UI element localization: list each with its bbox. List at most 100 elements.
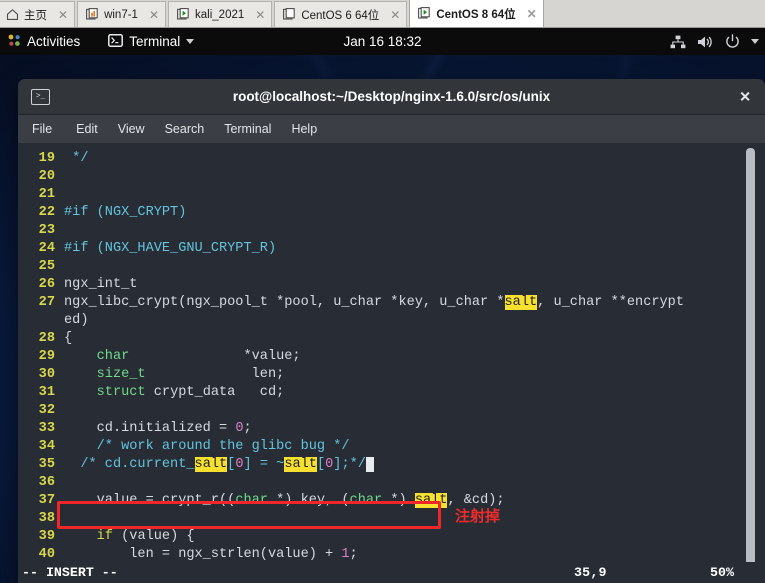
terminal-icon [108, 33, 124, 50]
vim-status-line: -- INSERT -- 35,9 50% [18, 562, 765, 583]
code-line: 33 cd.initialized = 0; [18, 420, 765, 438]
vm-stopped-icon [283, 8, 296, 21]
line-number: 28 [38, 331, 55, 346]
vim-cursor-position: 35,9 [574, 565, 607, 580]
code-line: 30 size_t len; [18, 366, 765, 384]
code-lines: 19 */20 21 22 #if (NGX_CRYPT) 23 24 #if (NGX_H… [18, 150, 765, 564]
system-tray[interactable] [670, 28, 759, 55]
activities-button[interactable]: Activities [0, 28, 90, 55]
vm-tab-5[interactable]: CentOS 8 64位 ✕ [409, 0, 544, 27]
vm-tab-label: win7-1 [104, 8, 138, 21]
menu-item-file[interactable]: File [32, 115, 66, 143]
vim-mode-indicator: -- INSERT -- [22, 565, 118, 580]
line-content: /* work around the glibc bug */ [64, 439, 350, 454]
chevron-down-icon [186, 39, 195, 44]
line-content: if (value) { [96, 529, 195, 544]
code-line: ed) [18, 312, 765, 330]
line-number: 19 [38, 151, 55, 166]
line-number: 35 [38, 457, 55, 472]
terminal-title-bar[interactable]: >_ root@localhost:~/Desktop/nginx-1.6.0/… [18, 79, 765, 115]
line-number: 30 [38, 367, 55, 382]
close-icon[interactable]: ✕ [255, 9, 265, 21]
vm-tab-4[interactable]: CentOS 6 64位 ✕ [274, 1, 408, 27]
line-content: ngx_libc_crypt(ngx_pool_t *pool, u_char … [64, 295, 684, 310]
close-icon[interactable]: ✕ [390, 9, 400, 21]
menu-item-terminal[interactable]: Terminal [214, 115, 281, 143]
activities-label: Activities [27, 34, 81, 49]
line-content: #if (NGX_CRYPT) [64, 205, 187, 220]
menu-item-help[interactable]: Help [281, 115, 327, 143]
line-content: struct crypt_data cd; [96, 385, 285, 400]
scrollbar[interactable] [746, 148, 755, 578]
menu-item-search[interactable]: Search [155, 115, 215, 143]
line-number: 22 [38, 205, 55, 220]
line-number: 27 [38, 295, 55, 310]
line-number: 39 [38, 529, 55, 544]
line-number: 23 [38, 223, 55, 238]
code-line: 19 */ [18, 150, 765, 168]
volume-icon[interactable] [697, 35, 714, 49]
line-number: 34 [38, 439, 55, 454]
search-highlight: salt [284, 457, 317, 472]
search-highlight: salt [414, 493, 448, 508]
vm-tab-strip: 主页 ✕ win7-1 ✕ kali_2021 ✕ CentOS 6 64位 ✕ CentOS … [0, 0, 765, 28]
close-icon[interactable]: ✕ [739, 88, 751, 105]
vm-tab-label: kali_2021 [195, 8, 245, 21]
desktop-background: >_ root@localhost:~/Desktop/nginx-1.6.0/… [0, 55, 765, 583]
vim-editor[interactable]: 19 */20 21 22 #if (NGX_CRYPT) 23 24 #if (NGX_H… [18, 143, 765, 583]
code-line: 39 if (value) { [18, 528, 765, 546]
code-line: 23 [18, 222, 765, 240]
power-icon[interactable] [725, 34, 740, 49]
line-content: ngx_int_t [64, 277, 138, 292]
line-content: { [64, 331, 73, 346]
line-number: 33 [38, 421, 55, 436]
vm-tab-3[interactable]: kali_2021 ✕ [168, 1, 273, 27]
line-content: cd.initialized = 0; [64, 421, 252, 436]
line-number: 32 [38, 403, 55, 418]
vim-scroll-percent: 50% [710, 565, 734, 580]
line-number: 24 [38, 241, 55, 256]
vm-windows-icon [86, 8, 99, 21]
line-content: value = crypt_r((char *) key, (char *) s… [64, 493, 505, 508]
line-number [18, 312, 64, 330]
app-menu-button[interactable]: Terminal [98, 28, 204, 55]
line-content: */ [72, 151, 89, 166]
close-icon[interactable]: ✕ [527, 8, 537, 20]
line-number: 21 [38, 187, 55, 202]
code-line: 38 [18, 510, 765, 528]
code-line: 32 [18, 402, 765, 420]
code-line: 34 /* work around the glibc bug */ [18, 438, 765, 456]
code-line: 20 [18, 168, 765, 186]
home-icon [6, 8, 19, 21]
line-number: 37 [38, 493, 55, 508]
vm-tab-label: CentOS 8 64位 [436, 8, 516, 21]
code-line: 29 char *value; [18, 348, 765, 366]
chevron-down-icon[interactable] [751, 39, 759, 44]
network-icon[interactable] [670, 35, 686, 49]
line-content: ed) [64, 313, 89, 328]
vm-tab-label: 主页 [24, 9, 47, 22]
line-number: 36 [38, 475, 55, 490]
terminal-menu-bar: File Edit View Search Terminal Help [18, 115, 765, 143]
code-line: 21 [18, 186, 765, 204]
close-icon[interactable]: ✕ [149, 9, 159, 21]
code-line: 27 ngx_libc_crypt(ngx_pool_t *pool, u_cha… [18, 294, 765, 312]
line-content: size_t len; [96, 367, 285, 382]
code-line: 22 #if (NGX_CRYPT) [18, 204, 765, 222]
vm-tab-1[interactable]: 主页 ✕ [0, 1, 76, 27]
annotation-callout-label: 注射掉 [455, 507, 501, 525]
terminal-icon: >_ [31, 88, 50, 105]
text-cursor [365, 457, 375, 472]
code-line: 25 [18, 258, 765, 276]
app-menu-label: Terminal [129, 34, 181, 49]
menu-item-view[interactable]: View [108, 115, 155, 143]
code-line: 26 ngx_int_t [18, 276, 765, 294]
vm-tab-2[interactable]: win7-1 ✕ [77, 1, 167, 27]
code-line: 31 struct crypt_data cd; [18, 384, 765, 402]
vm-running-icon [418, 7, 431, 20]
line-number: 25 [38, 259, 55, 274]
line-number: 38 [38, 511, 55, 526]
menu-item-edit[interactable]: Edit [66, 115, 108, 143]
close-icon[interactable]: ✕ [58, 9, 68, 21]
scrollbar-thumb[interactable] [746, 148, 755, 578]
